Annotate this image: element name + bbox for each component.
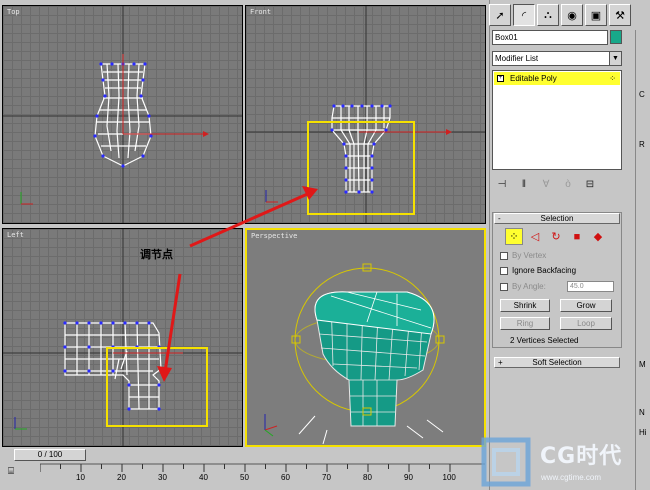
by-vertex-label: By Vertex — [512, 251, 547, 260]
viewport-left[interactable]: Left — [2, 228, 243, 447]
utilities-tab[interactable]: ⚒ — [609, 4, 631, 26]
viewport-top[interactable]: Top — [2, 5, 243, 224]
remove-modifier-icon[interactable]: ò — [560, 179, 576, 190]
motion-tab[interactable]: ◉ — [561, 4, 583, 26]
side-letter: M — [639, 360, 646, 369]
soft-selection-rollout-header[interactable]: + Soft Selection — [494, 357, 620, 368]
polygon-mode-icon[interactable]: ■ — [568, 228, 586, 245]
show-end-result-icon[interactable]: ǁ — [516, 179, 532, 190]
collapse-icon: - — [498, 214, 501, 223]
side-letter: C — [639, 90, 645, 99]
selection-status: 2 Vertices Selected — [510, 336, 579, 345]
configure-sets-icon[interactable]: ⊟ — [582, 179, 598, 190]
subobject-icon: ⁘ — [609, 74, 616, 83]
modifier-stack: + Editable Poly ⁘ — [492, 70, 622, 170]
ignore-backfacing-row[interactable]: Ignore Backfacing — [500, 266, 576, 275]
expand-icon: + — [498, 358, 503, 367]
motion-icon: ◉ — [567, 9, 577, 22]
loop-button[interactable]: Loop — [560, 317, 612, 330]
soft-selection-title: Soft Selection — [532, 358, 582, 367]
make-unique-icon[interactable]: ∀ — [538, 179, 554, 190]
ignore-backfacing-label: Ignore Backfacing — [512, 266, 577, 275]
stack-item-editable-poly[interactable]: + Editable Poly ⁘ — [494, 72, 620, 85]
vertex-mode-icon[interactable]: ⁘ — [505, 228, 523, 245]
ignore-backfacing-checkbox[interactable] — [500, 266, 508, 275]
expand-icon[interactable]: + — [497, 75, 504, 82]
perspective-mesh — [264, 263, 445, 445]
viewport-perspective[interactable]: Perspective — [245, 228, 486, 447]
by-vertex-checkbox[interactable] — [500, 251, 508, 260]
selection-title: Selection — [540, 214, 574, 223]
by-angle-row[interactable]: By Angle: — [500, 282, 546, 291]
ruler-tick-label: 80 — [363, 473, 372, 482]
command-panel-tabs: ➚ ◜ ⛬ ◉ ▣ ⚒ — [489, 4, 631, 26]
object-color-swatch[interactable] — [610, 30, 622, 44]
ring-button[interactable]: Ring — [500, 317, 550, 330]
time-slider[interactable]: 0 / 100 — [14, 449, 86, 461]
viewport-front[interactable]: Front — [245, 5, 486, 224]
object-name-field[interactable]: Box01 — [492, 30, 608, 45]
display-icon: ▣ — [590, 9, 602, 22]
by-angle-label: By Angle: — [512, 282, 546, 291]
ruler-tick-label: 20 — [117, 473, 126, 482]
ruler-tick-label: 40 — [199, 473, 208, 482]
stack-item-label: Editable Poly — [510, 74, 557, 83]
border-mode-icon[interactable]: ↻ — [547, 228, 565, 245]
ruler-tick-label: 50 — [240, 473, 249, 482]
frame-ruler — [40, 463, 485, 472]
by-vertex-row[interactable]: By Vertex — [500, 251, 546, 260]
modify-icon: ◜ — [521, 9, 527, 22]
watermark-brand: CG时代 — [540, 444, 623, 469]
subobject-level-buttons: ⁘ ◁ ↻ ■ ◆ — [505, 228, 607, 246]
top-wireframe — [3, 6, 242, 223]
panel-side-strip: C R M N Hi — [635, 30, 650, 490]
modifier-list-label: Modifier List — [495, 54, 539, 63]
element-mode-icon[interactable]: ◆ — [589, 228, 607, 245]
ruler-tick-label: 100 — [442, 473, 456, 482]
annotation-label: 调节点 — [140, 248, 173, 261]
modify-tab[interactable]: ◜ — [513, 4, 535, 26]
ruler-tick-label: 90 — [404, 473, 413, 482]
side-letter: R — [639, 140, 645, 149]
pin-stack-icon[interactable]: ⊣ — [494, 179, 510, 190]
by-angle-checkbox[interactable] — [500, 282, 508, 291]
selection-rollout-header[interactable]: - Selection — [494, 213, 620, 224]
shrink-button[interactable]: Shrink — [500, 299, 550, 312]
ruler-tick-label: 60 — [281, 473, 290, 482]
left-wireframe — [3, 229, 242, 446]
hierarchy-tab[interactable]: ⛬ — [537, 4, 559, 26]
edge-mode-icon[interactable]: ◁ — [526, 228, 544, 245]
watermark-url: www.cgtime.com — [541, 473, 602, 482]
create-tab[interactable]: ➚ — [489, 4, 511, 26]
ruler-tick-label: 70 — [322, 473, 331, 482]
ruler-tick-label: 30 — [158, 473, 167, 482]
curve-editor-icon[interactable]: ⌸ — [8, 466, 28, 480]
front-wireframe — [246, 6, 485, 223]
chevron-down-icon: ▼ — [609, 52, 621, 65]
side-letter: N — [639, 408, 645, 417]
angle-spinner[interactable]: 45.0 — [567, 281, 614, 292]
grow-button[interactable]: Grow — [560, 299, 612, 312]
ruler-tick-label: 10 — [76, 473, 85, 482]
hammer-icon: ⚒ — [615, 9, 625, 22]
hierarchy-icon: ⛬ — [544, 8, 552, 21]
modifier-list-dropdown[interactable]: Modifier List ▼ — [492, 51, 622, 66]
display-tab[interactable]: ▣ — [585, 4, 607, 26]
cursor-icon: ➚ — [495, 9, 505, 22]
stack-toolbar: ⊣ ǁ ∀ ò ⊟ — [494, 176, 622, 192]
